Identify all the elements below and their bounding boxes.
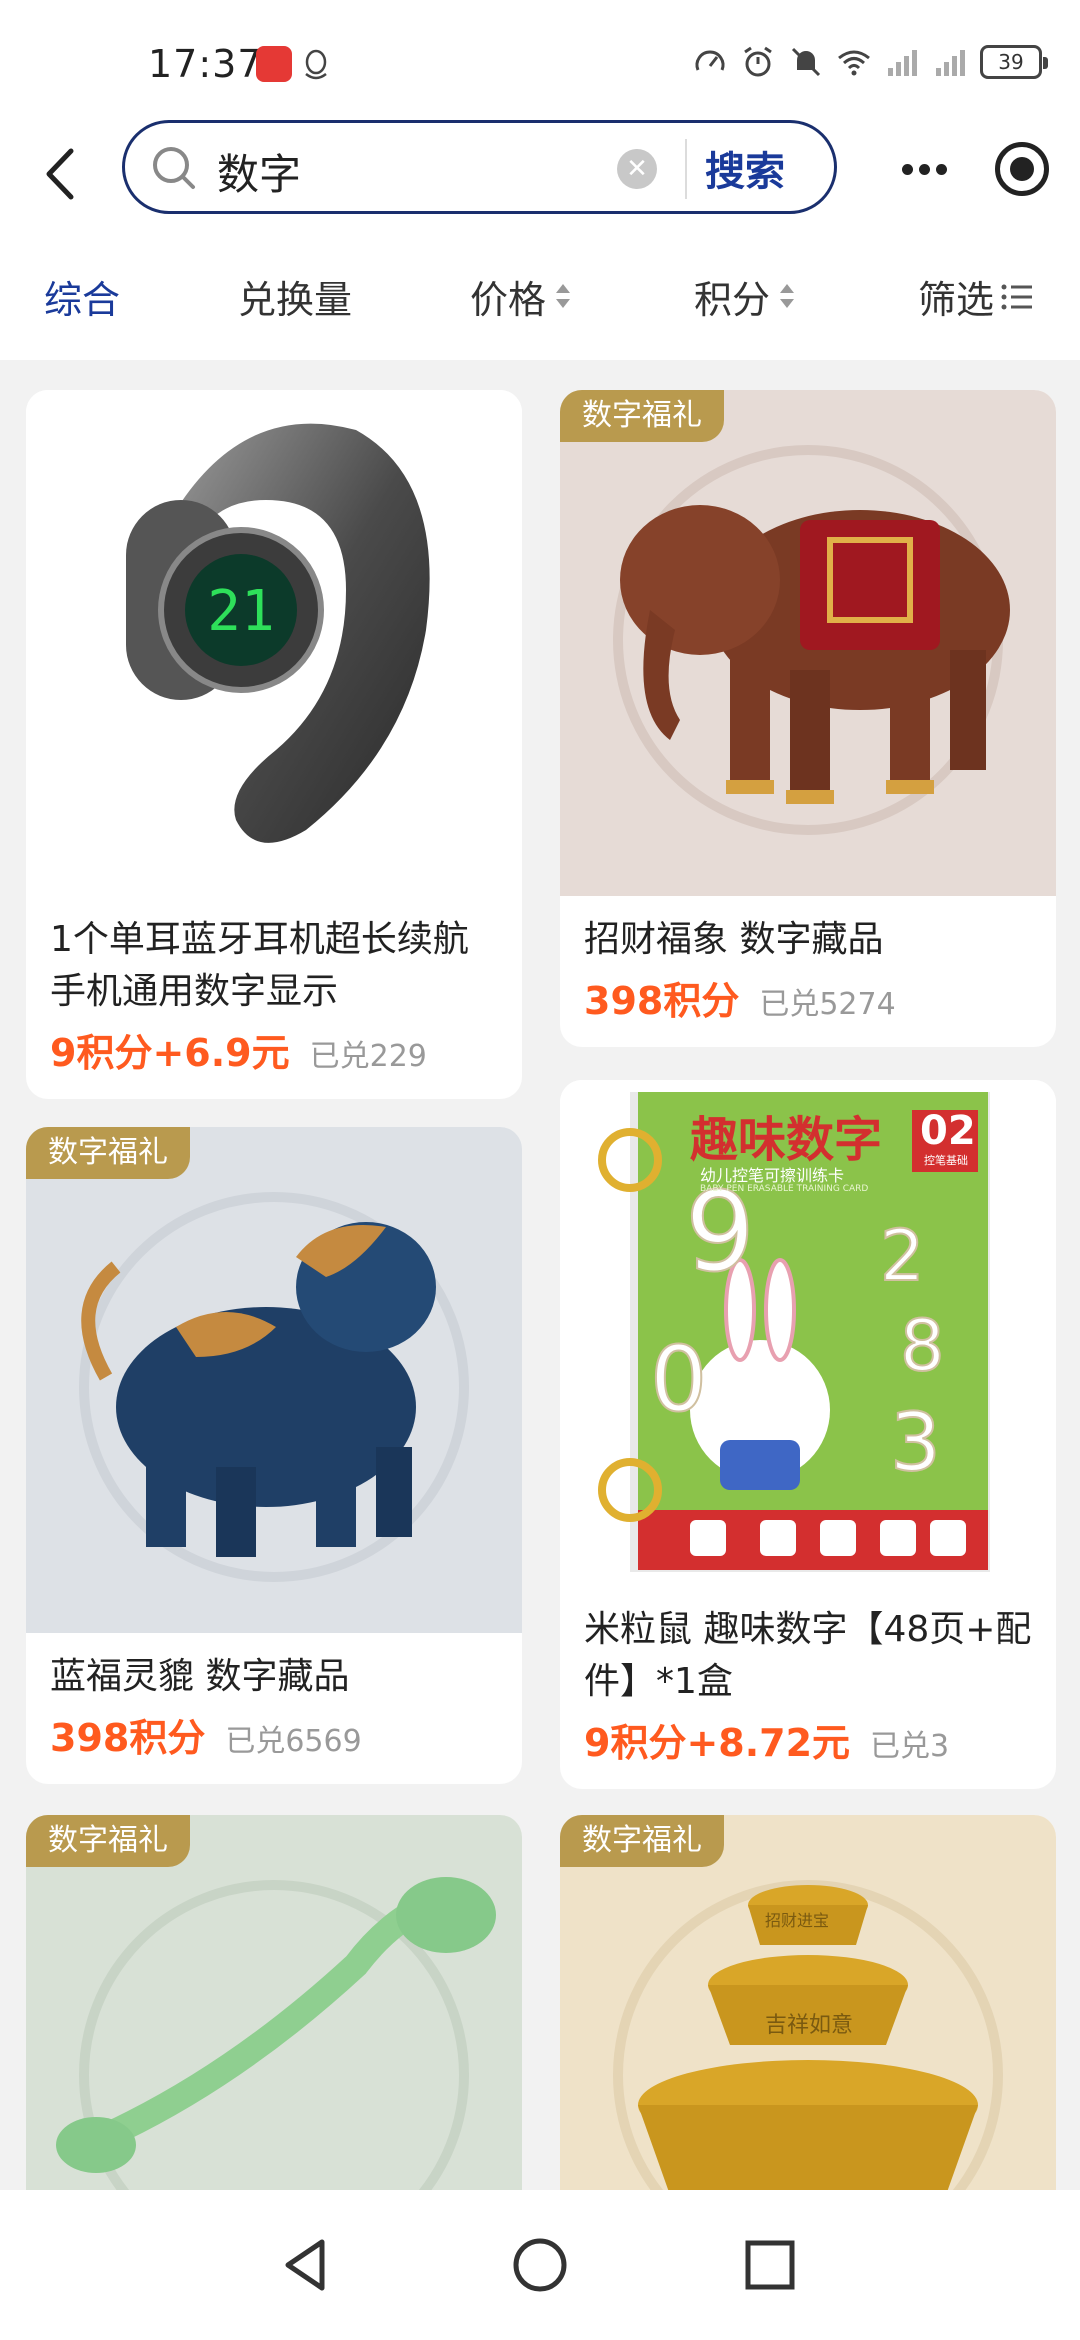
search-button[interactable]: 搜索 [705, 139, 785, 197]
gold-ingot-illustration [613, 1880, 1003, 2190]
digital-gift-badge: 数字福礼 [26, 1815, 190, 1867]
tab-label: 综合 [44, 278, 121, 322]
product-image-elephant: 数字福礼 [560, 390, 1056, 896]
product-card-ingot[interactable]: 招财进宝 吉祥如意 数字福礼 [560, 1815, 1056, 2190]
price-row: 9积分+8.72元 已兑3 [584, 1712, 1032, 1767]
search-input[interactable]: 数字 [217, 141, 301, 202]
digital-gift-badge: 数字福礼 [560, 1815, 724, 1867]
search-icon [153, 147, 195, 189]
book-tagline: 幼儿控笔可擦训练卡 [700, 1166, 845, 1185]
tab-filter[interactable]: 筛选 [918, 269, 1034, 324]
qq-icon [305, 49, 327, 80]
digital-gift-badge: 数字福礼 [560, 390, 724, 442]
product-image-pixiu: 数字福礼 [26, 1127, 522, 1633]
elephant-illustration [613, 445, 1010, 835]
search-box[interactable]: 数字 ✕ 搜索 [122, 120, 837, 214]
filter-bar: 综合 兑换量 价格 积分 筛选 [0, 225, 1080, 360]
home-nav-icon[interactable] [505, 2230, 575, 2300]
tab-comprehensive[interactable]: 综合 [44, 269, 120, 324]
product-title: 1个单耳蓝牙耳机超长续航手机通用数字显示 [50, 919, 469, 1012]
ingot-middle-text: 吉祥如意 [765, 2013, 854, 2038]
product-sold-count: 已兑6569 [225, 1724, 362, 1759]
svg-text:3: 3 [890, 1396, 941, 1489]
status-time: 17:37 [148, 42, 263, 86]
back-arrow-icon [46, 148, 74, 200]
status-bar: 17:37 39 [0, 0, 1080, 120]
digital-gift-badge: 数字福礼 [26, 1127, 190, 1179]
tab-label: 价格 [470, 278, 547, 322]
ruyi-illustration [56, 1877, 496, 2190]
product-card-book[interactable]: 9 0 2 8 3 趣味数字 02 控笔基础 幼儿控笔可擦训练卡 BABY PE… [560, 1080, 1056, 1789]
earbud-illustration: 21 [126, 423, 430, 843]
product-image-earbud: 21 [26, 390, 522, 896]
product-price: 398积分 [50, 1716, 206, 1760]
product-info: 1个单耳蓝牙耳机超长续航手机通用数字显示 9积分+6.9元 已兑229 [26, 896, 522, 1099]
product-price: 398积分 [584, 979, 740, 1023]
close-miniprogram-button[interactable] [995, 142, 1049, 196]
signal-icon [888, 50, 917, 76]
tab-label: 积分 [694, 278, 771, 322]
product-image-ingot: 招财进宝 吉祥如意 数字福礼 [560, 1815, 1056, 2190]
product-image-book: 9 0 2 8 3 趣味数字 02 控笔基础 幼儿控笔可擦训练卡 BABY PE… [560, 1080, 1056, 1586]
product-price: 9积分+8.72元 [584, 1721, 851, 1765]
recents-nav-icon[interactable] [735, 2230, 805, 2300]
product-info: 蓝福灵貔 数字藏品 398积分 已兑6569 [26, 1633, 522, 1784]
product-sold-count: 已兑5274 [759, 987, 896, 1022]
sort-arrows-icon [778, 282, 796, 312]
product-card-elephant[interactable]: 数字福礼 招财福象 数字藏品 398积分 已兑5274 [560, 390, 1056, 1047]
speedometer-icon [695, 50, 725, 71]
status-icons: 39 [692, 44, 1048, 80]
sort-arrows-icon [554, 282, 572, 312]
tab-label: 兑换量 [238, 278, 353, 322]
svg-text:8: 8 [900, 1305, 945, 1387]
filter-list-icon [1001, 284, 1033, 309]
price-row: 398积分 已兑6569 [50, 1707, 498, 1762]
product-image-ruyi: 数字福礼 [26, 1815, 522, 2190]
ingot-top-text: 招财进宝 [765, 1911, 830, 1930]
clear-search-button[interactable]: ✕ [617, 149, 657, 189]
price-row: 398积分 已兑5274 [584, 970, 1032, 1025]
product-title: 米粒鼠 趣味数字【48页+配件】*1盒 [584, 1609, 1032, 1702]
search-header: 数字 ✕ 搜索 [0, 120, 1080, 225]
mute-bell-icon [791, 47, 821, 77]
product-card-ruyi[interactable]: 数字福礼 [26, 1815, 522, 2190]
more-menu-button[interactable] [895, 144, 953, 194]
book-title: 趣味数字 [690, 1112, 883, 1168]
book-number: 02 [920, 1108, 976, 1154]
back-button[interactable] [30, 144, 90, 204]
price-row: 9积分+6.9元 已兑229 [50, 1022, 498, 1077]
back-nav-icon[interactable] [272, 2230, 342, 2300]
svg-text:21: 21 [207, 579, 274, 644]
tab-label: 筛选 [918, 278, 995, 322]
product-card-pixiu[interactable]: 数字福礼 蓝福灵貔 数字藏品 398积分 已兑6569 [26, 1127, 522, 1784]
book-english: BABY PEN ERASABLE TRAINING CARD [700, 1184, 869, 1194]
tab-price[interactable]: 价格 [470, 269, 572, 324]
product-price: 9积分+6.9元 [50, 1031, 290, 1075]
system-nav-bar [0, 2190, 1080, 2340]
product-grid: 21 1个单耳蓝牙耳机超长续航手机通用数字显示 9积分+6.9元 已兑229 数… [0, 360, 1080, 2190]
tab-exchange-count[interactable]: 兑换量 [238, 269, 352, 324]
product-title: 招财福象 数字藏品 [584, 919, 884, 960]
product-title: 蓝福灵貔 数字藏品 [50, 1656, 350, 1697]
battery-icon: 39 [980, 45, 1048, 79]
search-divider [685, 139, 687, 199]
product-info: 招财福象 数字藏品 398积分 已兑5274 [560, 896, 1056, 1047]
product-sold-count: 已兑229 [309, 1039, 427, 1074]
product-sold-count: 已兑3 [870, 1729, 950, 1764]
svg-text:2: 2 [880, 1215, 925, 1297]
product-card-earbud[interactable]: 21 1个单耳蓝牙耳机超长续航手机通用数字显示 9积分+6.9元 已兑229 [26, 390, 522, 1099]
tab-points[interactable]: 积分 [694, 269, 796, 324]
alarm-icon [744, 46, 772, 77]
product-info: 米粒鼠 趣味数字【48页+配件】*1盒 9积分+8.72元 已兑3 [560, 1586, 1056, 1789]
huawei-app-icon [256, 46, 292, 82]
signal-icon-2 [936, 50, 965, 76]
svg-text:0: 0 [650, 1327, 707, 1432]
wifi-icon [838, 50, 870, 76]
pixiu-illustration [79, 1192, 469, 1582]
book-subtitle: 控笔基础 [924, 1154, 968, 1167]
